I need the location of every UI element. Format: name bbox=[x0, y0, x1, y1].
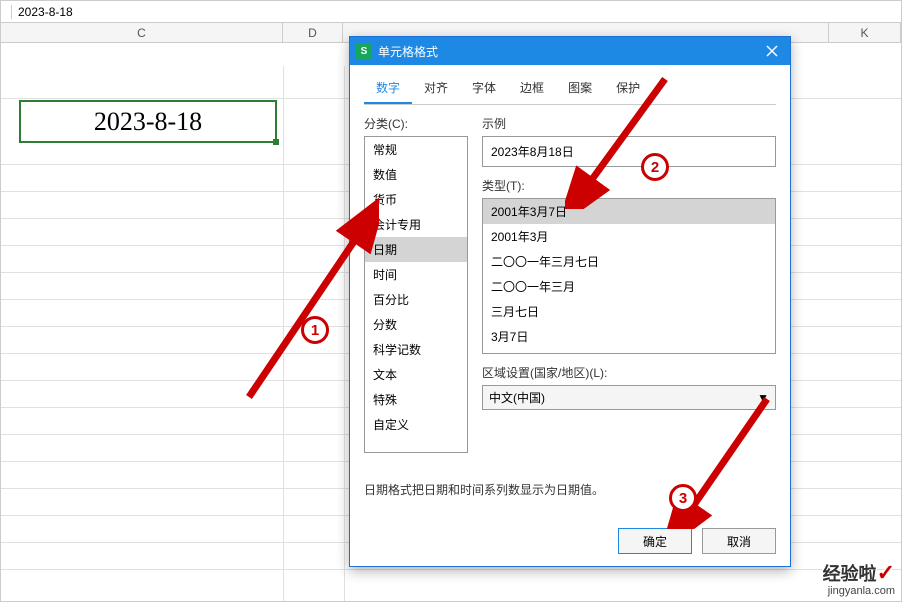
type-item[interactable]: 二〇〇一年三月 bbox=[483, 274, 775, 299]
category-label: 分类(C): bbox=[364, 115, 468, 132]
content-area: 分类(C): 常规 数值 货币 会计专用 日期 时间 百分比 分数 科学记数 文… bbox=[364, 115, 776, 453]
app-icon: S bbox=[356, 43, 372, 59]
category-item-fraction[interactable]: 分数 bbox=[365, 312, 467, 337]
type-label: 类型(T): bbox=[482, 177, 776, 194]
category-item-general[interactable]: 常规 bbox=[365, 137, 467, 162]
example-box: 2023年8月18日 bbox=[482, 136, 776, 167]
category-column: 分类(C): 常规 数值 货币 会计专用 日期 时间 百分比 分数 科学记数 文… bbox=[364, 115, 468, 453]
fill-handle[interactable] bbox=[273, 139, 279, 145]
locale-value: 中文(中国) bbox=[489, 389, 545, 406]
type-item[interactable]: 3月7日 bbox=[483, 324, 775, 349]
category-item-text[interactable]: 文本 bbox=[365, 362, 467, 387]
dialog-title-text: 单元格格式 bbox=[378, 43, 438, 60]
cell-format-dialog: S 单元格格式 数字 对齐 字体 边框 图案 保护 分类(C): 常规 数值 货… bbox=[349, 36, 791, 567]
category-item-special[interactable]: 特殊 bbox=[365, 387, 467, 412]
formula-bar bbox=[1, 1, 901, 23]
dialog-footer: 确定 取消 bbox=[364, 528, 776, 554]
tab-align[interactable]: 对齐 bbox=[412, 73, 460, 104]
close-button[interactable] bbox=[760, 41, 784, 61]
locale-label: 区域设置(国家/地区)(L): bbox=[482, 364, 776, 381]
col-header-d[interactable]: D bbox=[283, 23, 343, 42]
category-item-currency[interactable]: 货币 bbox=[365, 187, 467, 212]
tab-font[interactable]: 字体 bbox=[460, 73, 508, 104]
cancel-button[interactable]: 取消 bbox=[702, 528, 776, 554]
type-item[interactable]: 2001年3月7日 bbox=[483, 199, 775, 224]
close-icon bbox=[766, 45, 778, 57]
dialog-body: 数字 对齐 字体 边框 图案 保护 分类(C): 常规 数值 货币 会计专用 日… bbox=[350, 65, 790, 566]
type-item[interactable]: 三月七日 bbox=[483, 299, 775, 324]
ok-button[interactable]: 确定 bbox=[618, 528, 692, 554]
category-item-date[interactable]: 日期 bbox=[365, 237, 467, 262]
tab-number[interactable]: 数字 bbox=[364, 73, 412, 104]
category-item-accounting[interactable]: 会计专用 bbox=[365, 212, 467, 237]
category-item-number[interactable]: 数值 bbox=[365, 162, 467, 187]
category-list[interactable]: 常规 数值 货币 会计专用 日期 时间 百分比 分数 科学记数 文本 特殊 自定… bbox=[364, 136, 468, 453]
col-header-k[interactable]: K bbox=[829, 23, 901, 42]
description-text: 日期格式把日期和时间系列数显示为日期值。 bbox=[364, 481, 776, 498]
type-item[interactable]: 2001年3月 bbox=[483, 224, 775, 249]
tab-protect[interactable]: 保护 bbox=[604, 73, 652, 104]
tabs: 数字 对齐 字体 边框 图案 保护 bbox=[364, 73, 776, 105]
formula-input[interactable] bbox=[18, 5, 897, 19]
category-item-scientific[interactable]: 科学记数 bbox=[365, 337, 467, 362]
category-item-custom[interactable]: 自定义 bbox=[365, 412, 467, 437]
details-column: 示例 2023年8月18日 类型(T): 2001年3月7日 2001年3月 二… bbox=[482, 115, 776, 453]
category-item-percent[interactable]: 百分比 bbox=[365, 287, 467, 312]
type-list[interactable]: 2001年3月7日 2001年3月 二〇〇一年三月七日 二〇〇一年三月 三月七日… bbox=[482, 198, 776, 354]
category-item-time[interactable]: 时间 bbox=[365, 262, 467, 287]
tab-border[interactable]: 边框 bbox=[508, 73, 556, 104]
divider bbox=[11, 5, 12, 19]
cell-value: 2023-8-18 bbox=[94, 107, 202, 137]
type-item[interactable]: 星期三 bbox=[483, 349, 775, 354]
tab-pattern[interactable]: 图案 bbox=[556, 73, 604, 104]
type-item[interactable]: 二〇〇一年三月七日 bbox=[483, 249, 775, 274]
locale-select[interactable]: 中文(中国) ▼ bbox=[482, 385, 776, 410]
example-label: 示例 bbox=[482, 115, 776, 132]
dropdown-icon: ▼ bbox=[757, 391, 769, 405]
col-header-c[interactable]: C bbox=[1, 23, 283, 42]
dialog-titlebar[interactable]: S 单元格格式 bbox=[350, 37, 790, 65]
selected-cell[interactable]: 2023-8-18 bbox=[19, 100, 277, 143]
